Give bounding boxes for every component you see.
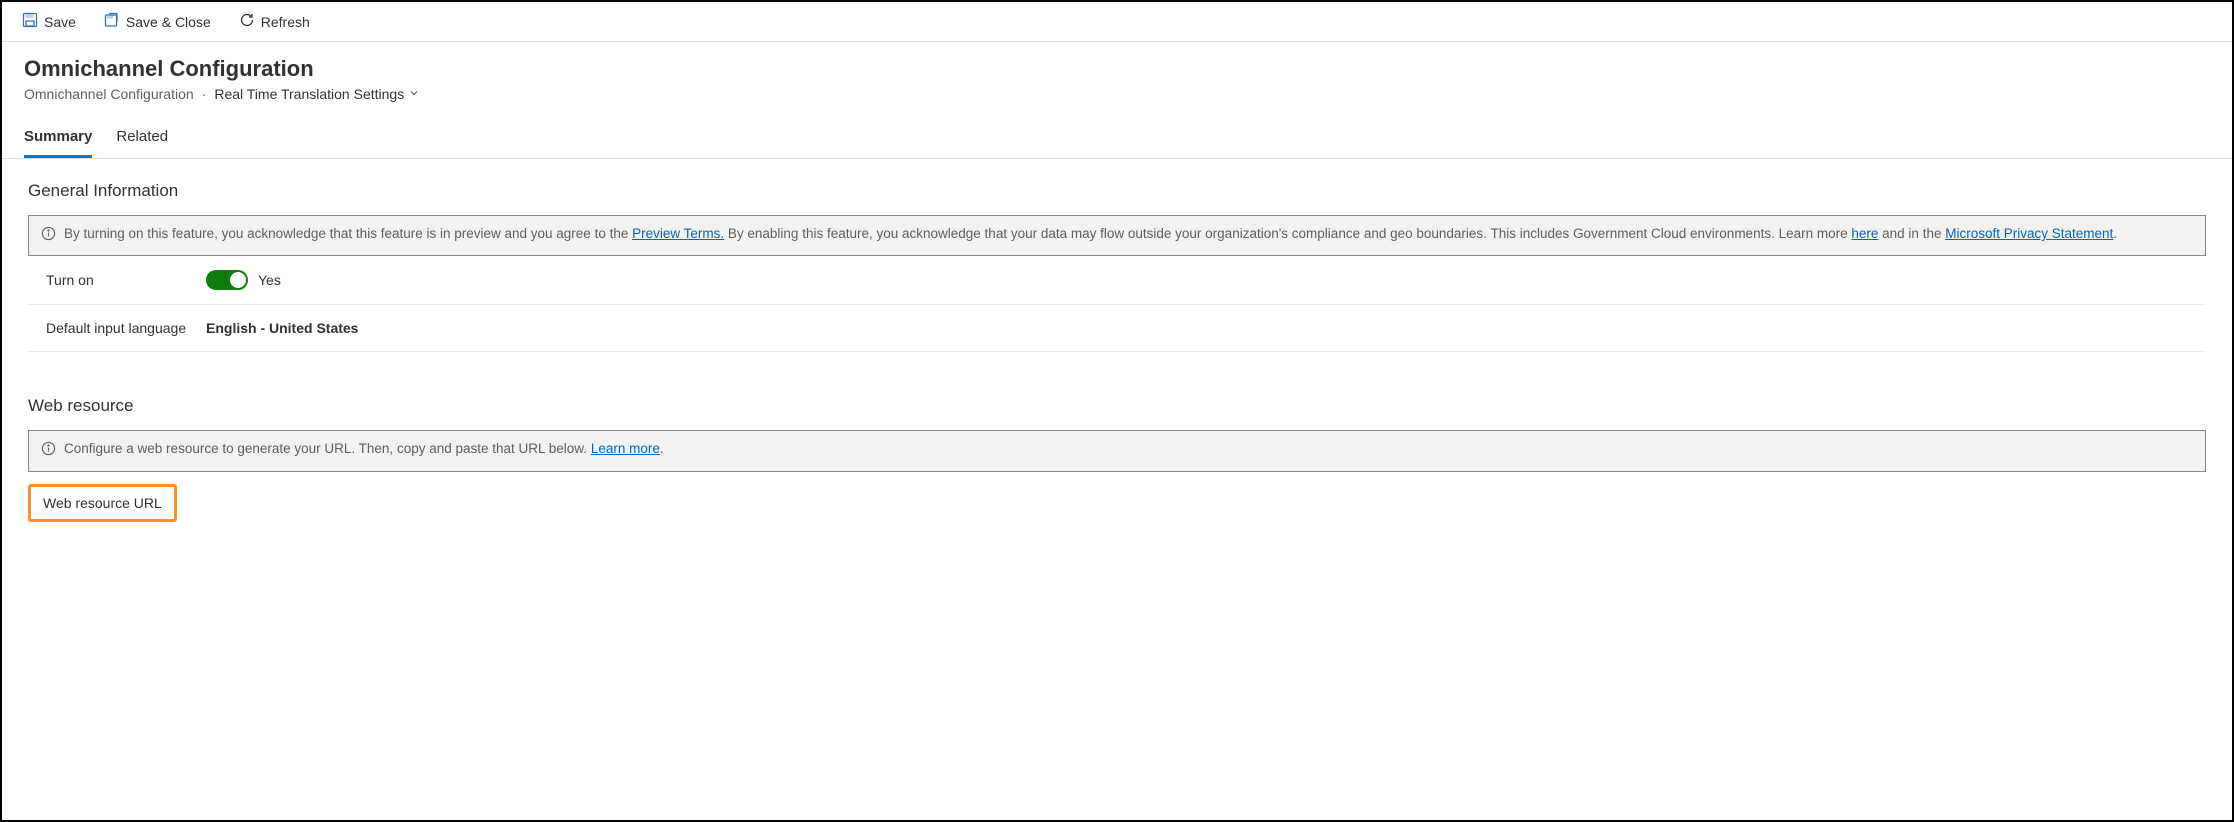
save-icon — [22, 12, 38, 31]
tab-related[interactable]: Related — [116, 120, 168, 158]
command-bar: Save Save & Close Refresh — [2, 2, 2232, 42]
general-info-banner: By turning on this feature, you acknowle… — [28, 215, 2206, 256]
turn-on-toggle[interactable] — [206, 270, 248, 290]
web-resource-url-label: Web resource URL — [43, 495, 162, 511]
web-banner-text: Configure a web resource to generate you… — [64, 439, 664, 459]
form-selector-label: Real Time Translation Settings — [214, 86, 404, 102]
turn-on-row: Turn on Yes — [28, 256, 2206, 305]
turn-on-control: Yes — [206, 270, 281, 290]
breadcrumb-separator: · — [202, 86, 207, 102]
learn-more-here-link[interactable]: here — [1851, 226, 1878, 241]
web-resource-url-field[interactable]: Web resource URL — [28, 484, 177, 522]
web-info-banner: Configure a web resource to generate you… — [28, 430, 2206, 471]
save-close-button[interactable]: Save & Close — [100, 8, 215, 35]
tab-list: Summary Related — [2, 120, 2232, 159]
refresh-label: Refresh — [261, 14, 310, 30]
form-content: General Information By turning on this f… — [2, 159, 2232, 544]
breadcrumb: Omnichannel Configuration · Real Time Tr… — [24, 86, 2210, 102]
turn-on-value: Yes — [258, 272, 281, 288]
info-icon — [41, 439, 56, 462]
page-title: Omnichannel Configuration — [24, 56, 2210, 82]
section-general-title: General Information — [28, 181, 2206, 201]
tab-summary[interactable]: Summary — [24, 120, 92, 158]
save-close-icon — [104, 12, 120, 31]
refresh-button[interactable]: Refresh — [235, 8, 314, 35]
chevron-down-icon — [408, 86, 420, 102]
form-selector[interactable]: Real Time Translation Settings — [214, 86, 420, 102]
save-label: Save — [44, 14, 76, 30]
general-banner-text: By turning on this feature, you acknowle… — [64, 224, 2117, 244]
default-language-label: Default input language — [46, 319, 206, 337]
preview-terms-link[interactable]: Preview Terms. — [632, 226, 724, 241]
save-button[interactable]: Save — [18, 8, 80, 35]
turn-on-label: Turn on — [46, 272, 206, 288]
default-language-row: Default input language English - United … — [28, 305, 2206, 352]
breadcrumb-entity: Omnichannel Configuration — [24, 86, 194, 102]
refresh-icon — [239, 12, 255, 31]
privacy-statement-link[interactable]: Microsoft Privacy Statement — [1945, 226, 2113, 241]
info-icon — [41, 224, 56, 247]
form-header: Omnichannel Configuration Omnichannel Co… — [2, 42, 2232, 102]
web-learn-more-link[interactable]: Learn more — [591, 441, 660, 456]
section-web-title: Web resource — [28, 396, 2206, 416]
save-close-label: Save & Close — [126, 14, 211, 30]
default-language-value[interactable]: English - United States — [206, 320, 358, 336]
